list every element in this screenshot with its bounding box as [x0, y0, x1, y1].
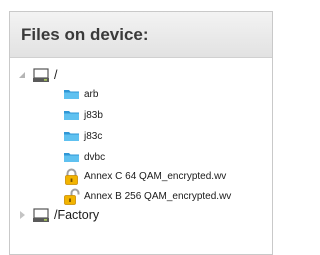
- tree-node-factory[interactable]: /Factory: [32, 205, 99, 225]
- tree-node-root[interactable]: /: [32, 65, 57, 85]
- folder-icon: [64, 90, 79, 99]
- expand-root-toggle[interactable]: [17, 70, 27, 80]
- folder-icon: [64, 153, 79, 162]
- expand-factory-toggle[interactable]: [17, 210, 27, 220]
- tree-node-label: /: [54, 68, 58, 82]
- tree-item-annex-b-file[interactable]: Annex B 256 QAM_encrypted.wv: [63, 186, 231, 206]
- tree-item-annex-c-file[interactable]: Annex C 64 QAM_encrypted.wv: [63, 166, 226, 186]
- tree-item-label: dvbc: [84, 151, 106, 163]
- drive-icon: [33, 67, 49, 82]
- triangle-expanded-icon: [18, 71, 25, 78]
- folder-icon: [64, 132, 79, 141]
- tree-item-label: Annex B 256 QAM_encrypted.wv: [84, 190, 232, 202]
- tree-item-dvbc[interactable]: dvbc: [63, 147, 105, 167]
- tree-item-arb[interactable]: arb: [63, 84, 98, 104]
- tree-node-label: /Factory: [54, 208, 100, 222]
- drive-icon: [33, 207, 49, 222]
- triangle-collapsed-icon: [19, 211, 25, 219]
- tree-item-j83c[interactable]: j83c: [63, 126, 102, 146]
- files-panel: Files on device: / arb j83b j83c dvbc An…: [9, 11, 273, 255]
- folder-icon: [64, 111, 79, 120]
- panel-header: Files on device:: [10, 12, 272, 58]
- tree-item-label: j83c: [84, 130, 103, 142]
- tree-item-label: j83b: [84, 109, 103, 121]
- tree-item-label: Annex C 64 QAM_encrypted.wv: [84, 170, 227, 182]
- panel-title: Files on device:: [21, 24, 149, 44]
- unlock-icon: [64, 188, 80, 205]
- tree-item-j83b[interactable]: j83b: [63, 105, 103, 125]
- lock-icon: [65, 168, 78, 185]
- tree-item-label: arb: [84, 88, 99, 100]
